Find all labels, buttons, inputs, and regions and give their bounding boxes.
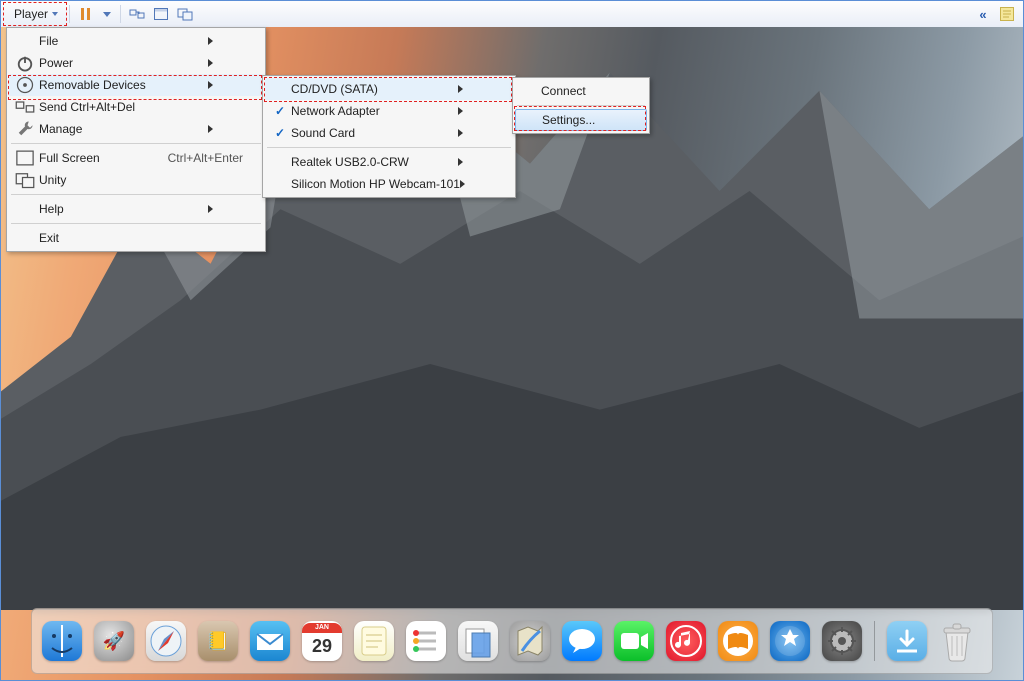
blank-icon xyxy=(15,230,35,246)
checkmark-icon: ✓ xyxy=(271,103,289,119)
dock-separator xyxy=(874,621,875,661)
power-icon xyxy=(15,55,35,71)
menu-removable-devices[interactable]: Removable Devices xyxy=(9,74,263,96)
wrench-icon xyxy=(15,121,35,137)
dock-itunes[interactable] xyxy=(666,621,706,661)
menu-separator xyxy=(267,147,511,148)
menu-separator xyxy=(517,105,645,106)
cddvd-menu: Connect Settings... xyxy=(512,77,650,134)
menu-separator xyxy=(11,194,261,195)
fullscreen-button[interactable] xyxy=(153,6,169,22)
player-menu: File Power Removable Devices Send Ctrl+A… xyxy=(6,27,266,252)
dock-mail[interactable] xyxy=(250,621,290,661)
dock-facetime[interactable] xyxy=(614,621,654,661)
dropdown-icon xyxy=(52,12,58,16)
submenu-arrow-icon xyxy=(208,37,243,45)
dock-ibooks[interactable] xyxy=(718,621,758,661)
blank-icon xyxy=(271,154,289,170)
send-cad-button[interactable] xyxy=(129,6,145,22)
submenu-arrow-icon xyxy=(208,81,243,89)
menu-power[interactable]: Power xyxy=(9,52,263,74)
menu-settings[interactable]: Settings... xyxy=(515,109,647,131)
menu-cddvd[interactable]: CD/DVD (SATA) xyxy=(265,78,513,100)
menu-network-adapter[interactable]: ✓ Network Adapter xyxy=(265,100,513,122)
dock-finder[interactable] xyxy=(42,621,82,661)
blank-icon xyxy=(521,83,539,99)
menu-separator xyxy=(11,223,261,224)
player-menu-button[interactable]: Player xyxy=(5,4,65,24)
menu-help[interactable]: Help xyxy=(9,198,263,220)
submenu-arrow-icon xyxy=(208,125,243,133)
menu-separator xyxy=(11,143,261,144)
submenu-arrow-icon xyxy=(458,129,493,137)
dock-preview[interactable] xyxy=(458,621,498,661)
menu-send-ctrl-alt-del[interactable]: Send Ctrl+Alt+Del xyxy=(9,96,263,118)
dock-messages[interactable] xyxy=(562,621,602,661)
blank-icon xyxy=(522,112,540,128)
menu-connect[interactable]: Connect xyxy=(515,80,647,102)
collapse-button[interactable]: « xyxy=(975,6,991,22)
dock-downloads[interactable] xyxy=(887,621,927,661)
macos-dock: 🚀 📒 JAN 29 xyxy=(31,608,993,674)
submenu-arrow-icon xyxy=(458,158,493,166)
menu-webcam[interactable]: Silicon Motion HP Webcam-101 xyxy=(265,173,513,195)
blank-icon xyxy=(15,33,35,49)
disc-icon xyxy=(15,77,35,93)
submenu-arrow-icon xyxy=(460,180,495,188)
dock-trash[interactable] xyxy=(939,620,975,662)
blank-icon xyxy=(15,201,35,217)
toolbar-separator xyxy=(69,5,70,23)
dock-contacts[interactable]: 📒 xyxy=(198,621,238,661)
unity-button[interactable] xyxy=(177,6,193,22)
fullscreen-icon xyxy=(15,150,35,166)
dock-safari[interactable] xyxy=(146,621,186,661)
player-menu-label: Player xyxy=(14,7,48,21)
menu-realtek-usb[interactable]: Realtek USB2.0-CRW xyxy=(265,151,513,173)
submenu-arrow-icon xyxy=(208,59,243,67)
blank-icon xyxy=(271,81,289,97)
calendar-month: JAN xyxy=(302,623,342,633)
menu-exit[interactable]: Exit xyxy=(9,227,263,249)
note-button[interactable] xyxy=(999,6,1015,22)
dock-launchpad[interactable]: 🚀 xyxy=(94,621,134,661)
dock-reminders[interactable] xyxy=(406,621,446,661)
menu-fullscreen[interactable]: Full Screen Ctrl+Alt+Enter xyxy=(9,147,263,169)
calendar-day: 29 xyxy=(312,633,332,659)
pause-dropdown[interactable] xyxy=(102,6,112,22)
submenu-arrow-icon xyxy=(208,205,243,213)
dock-calendar[interactable]: JAN 29 xyxy=(302,621,342,661)
menu-shortcut: Ctrl+Alt+Enter xyxy=(138,151,243,165)
submenu-arrow-icon xyxy=(458,85,493,93)
menu-unity[interactable]: Unity xyxy=(9,169,263,191)
submenu-arrow-icon xyxy=(458,107,493,115)
blank-icon xyxy=(271,176,289,192)
menu-sound-card[interactable]: ✓ Sound Card xyxy=(265,122,513,144)
checkmark-icon: ✓ xyxy=(271,125,289,141)
removable-devices-menu: CD/DVD (SATA) ✓ Network Adapter ✓ Sound … xyxy=(262,75,516,198)
menu-file[interactable]: File xyxy=(9,30,263,52)
dock-system-preferences[interactable] xyxy=(822,621,862,661)
dock-notes[interactable] xyxy=(354,621,394,661)
pause-button[interactable] xyxy=(78,6,94,22)
dock-appstore[interactable] xyxy=(770,621,810,661)
dock-maps[interactable] xyxy=(510,621,550,661)
toolbar-separator xyxy=(120,5,121,23)
toolbar: Player « xyxy=(1,1,1023,28)
send-cad-icon xyxy=(15,99,35,115)
menu-manage[interactable]: Manage xyxy=(9,118,263,140)
unity-icon xyxy=(15,172,35,188)
